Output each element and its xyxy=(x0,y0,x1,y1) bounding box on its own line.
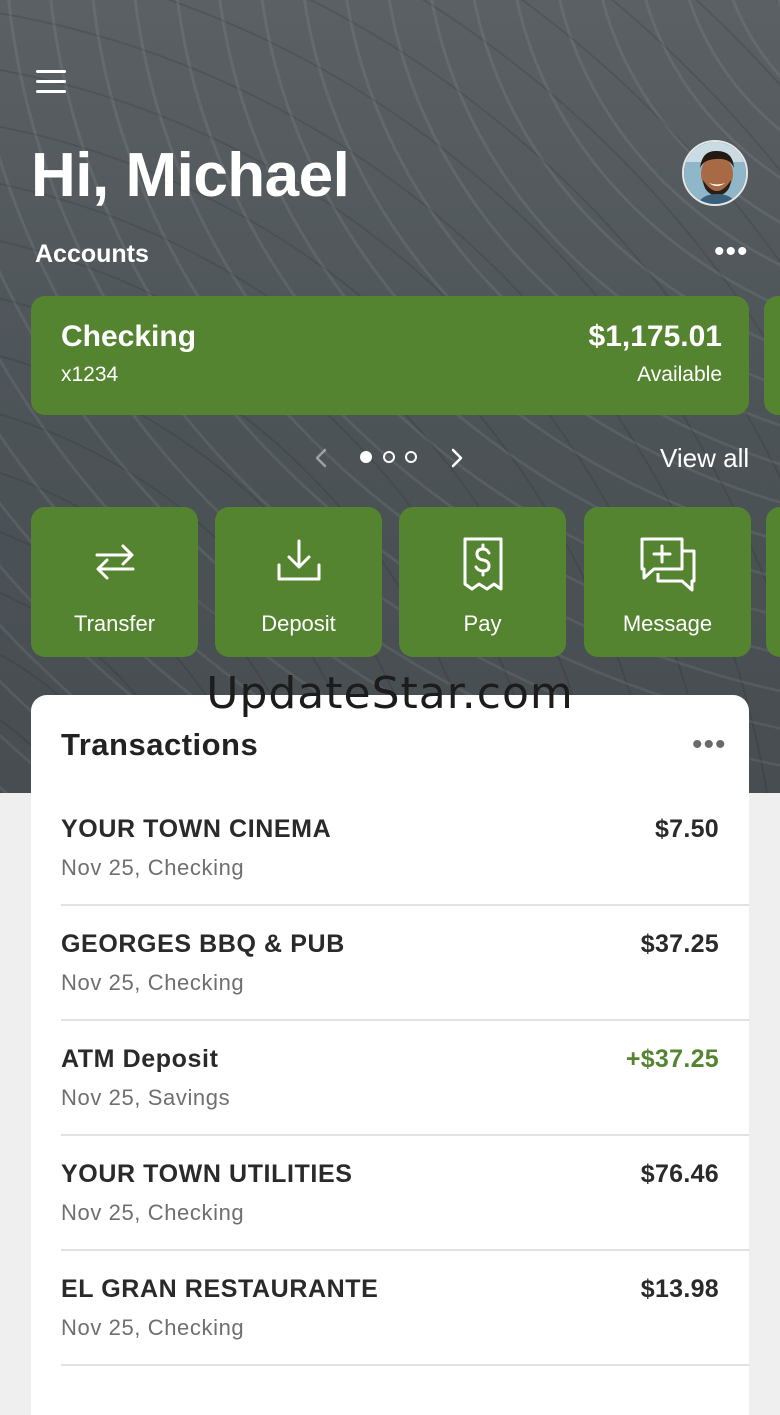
message-button[interactable]: Message xyxy=(584,507,751,657)
transactions-more-icon[interactable]: ••• xyxy=(692,730,727,760)
account-name: Checking xyxy=(61,320,197,353)
transaction-amount: $76.46 xyxy=(640,1160,719,1188)
transaction-name: EL GRAN RESTAURANTE xyxy=(61,1275,379,1303)
transaction-name: YOUR TOWN CINEMA xyxy=(61,815,332,843)
message-label: Message xyxy=(622,611,713,636)
transaction-detail: Nov 25, Checking xyxy=(61,1200,245,1225)
transaction-detail: Nov 25, Savings xyxy=(61,1085,231,1110)
transaction-row[interactable]: YOUR TOWN UTILITIES Nov 25, Checking $76… xyxy=(61,1136,749,1251)
transfer-icon xyxy=(95,544,134,580)
pager-dot-1[interactable] xyxy=(360,451,372,463)
transaction-row[interactable]: YOUR TOWN CINEMA Nov 25, Checking $7.50 xyxy=(61,791,749,906)
next-account-card[interactable] xyxy=(764,296,780,415)
transaction-detail: Nov 25, Checking xyxy=(61,1315,245,1340)
transaction-row[interactable]: ATM Deposit Nov 25, Savings +$37.25 xyxy=(61,1021,749,1136)
checking-account-card[interactable]: Checking x1234 $1,175.01 Available xyxy=(31,296,749,415)
watermark-text: UpdateStar.com xyxy=(206,668,574,719)
accounts-more-icon[interactable]: ••• xyxy=(714,237,749,267)
transfer-label: Transfer xyxy=(73,611,156,636)
pay-label: Pay xyxy=(463,611,502,636)
view-all-link[interactable]: View all xyxy=(660,443,749,474)
chevron-right-icon[interactable] xyxy=(444,446,468,470)
account-balance: $1,175.01 xyxy=(588,320,722,353)
deposit-icon xyxy=(277,539,320,581)
account-balance-label: Available xyxy=(637,363,722,386)
transaction-name: YOUR TOWN UTILITIES xyxy=(61,1160,353,1188)
deposit-button[interactable]: Deposit xyxy=(215,507,382,657)
pager-dot-3[interactable] xyxy=(405,451,417,463)
transactions-card: Transactions ••• YOUR TOWN CINEMA Nov 25… xyxy=(31,695,749,1415)
pager-dot-2[interactable] xyxy=(383,451,395,463)
account-number: x1234 xyxy=(61,363,119,386)
transaction-detail: Nov 25, Checking xyxy=(61,970,245,995)
chevron-left-icon[interactable] xyxy=(310,446,334,470)
transaction-name: GEORGES BBQ & PUB xyxy=(61,930,345,958)
bill-pay-icon xyxy=(463,537,502,591)
transfer-button[interactable]: Transfer xyxy=(31,507,198,657)
transactions-title: Transactions xyxy=(61,727,259,762)
transaction-amount: $37.25 xyxy=(640,930,719,958)
more-actions-peek[interactable] xyxy=(766,507,780,657)
accounts-heading: Accounts xyxy=(35,240,149,268)
message-icon xyxy=(640,537,695,592)
transactions-list: YOUR TOWN CINEMA Nov 25, Checking $7.50 … xyxy=(61,791,749,1366)
transaction-row[interactable]: EL GRAN RESTAURANTE Nov 25, Checking $13… xyxy=(61,1251,749,1366)
profile-photo-icon xyxy=(684,142,746,204)
greeting-title: Hi, Michael xyxy=(31,141,350,210)
transaction-amount: $13.98 xyxy=(640,1275,719,1303)
hamburger-menu-icon[interactable] xyxy=(36,70,70,96)
avatar[interactable] xyxy=(682,140,748,206)
transaction-name: ATM Deposit xyxy=(61,1045,219,1073)
pay-button[interactable]: Pay xyxy=(399,507,566,657)
deposit-label: Deposit xyxy=(261,611,336,636)
transaction-amount: +$37.25 xyxy=(625,1045,719,1073)
transaction-detail: Nov 25, Checking xyxy=(61,855,245,880)
transaction-row[interactable]: GEORGES BBQ & PUB Nov 25, Checking $37.2… xyxy=(61,906,749,1021)
transaction-amount: $7.50 xyxy=(654,815,719,843)
